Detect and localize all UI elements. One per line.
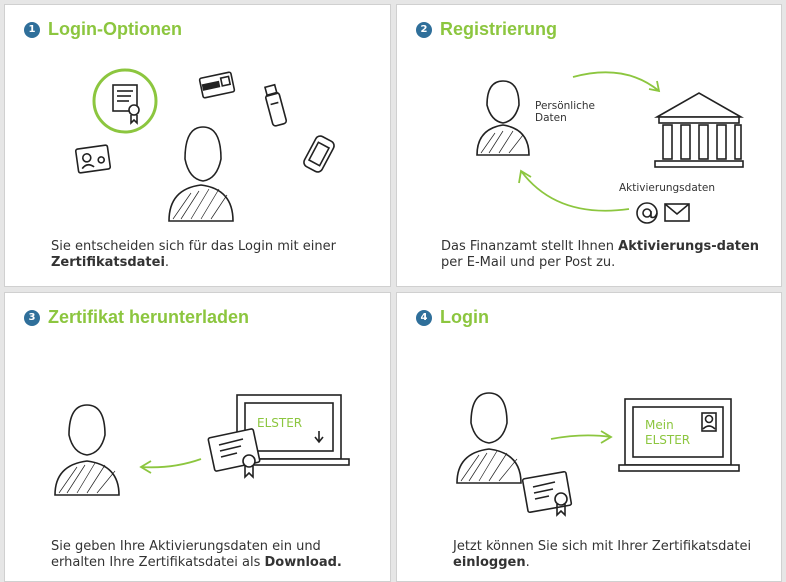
certificate-icon bbox=[92, 68, 158, 134]
screen-label: ELSTER bbox=[645, 433, 690, 447]
step-description: Sie geben Ihre Aktivierungsdaten ein und… bbox=[51, 539, 342, 570]
step-description: Sie entscheiden sich für das Login mit e… bbox=[51, 239, 336, 270]
person-icon bbox=[476, 80, 530, 156]
download-illustration: ELSTER bbox=[54, 394, 350, 496]
login-steps-diagram: 1 Login-Optionen Sie entscheiden sich fü… bbox=[0, 0, 786, 582]
screen-label: Mein bbox=[645, 418, 674, 432]
at-sign-icon bbox=[636, 202, 658, 224]
arrow-icon bbox=[518, 169, 630, 212]
id-card-icon bbox=[74, 144, 112, 174]
person-icon bbox=[456, 392, 522, 484]
step-panel-download-certificate: 3 Zertifikat herunterladen ELSTER Sie ge… bbox=[4, 292, 391, 582]
step-panel-login: 4 Login Mein ELSTER Jetzt können Sie sic… bbox=[396, 292, 782, 582]
step-description: Das Finanzamt stellt Ihnen Aktivierungs-… bbox=[441, 239, 760, 270]
login-options-illustration bbox=[74, 68, 335, 222]
login-illustration: Mein ELSTER bbox=[456, 392, 740, 517]
certificate-icon bbox=[521, 470, 573, 517]
screen-label: ELSTER bbox=[257, 416, 302, 430]
personal-data-label: Persönliche bbox=[535, 100, 595, 112]
phone-icon bbox=[303, 135, 335, 173]
arrow-icon bbox=[139, 458, 202, 474]
step-description: Jetzt können Sie sich mit Ihrer Zertifik… bbox=[453, 539, 752, 570]
bank-building-icon bbox=[653, 92, 745, 168]
step-panel-registration: 2 Registrierung Persönliche Daten Aktivi… bbox=[396, 4, 782, 287]
registration-illustration: Persönliche Daten Aktivierungsdaten bbox=[476, 71, 745, 224]
smartcard-icon bbox=[198, 71, 236, 99]
personal-data-label: Daten bbox=[535, 112, 567, 124]
person-icon bbox=[168, 126, 234, 222]
arrow-icon bbox=[572, 71, 661, 93]
activation-data-label: Aktivierungsdaten bbox=[619, 182, 715, 194]
step-panel-login-options: 1 Login-Optionen Sie entscheiden sich fü… bbox=[4, 4, 391, 287]
arrow-icon bbox=[550, 430, 613, 444]
certificate-icon bbox=[207, 428, 261, 479]
envelope-icon bbox=[664, 203, 690, 222]
person-icon bbox=[54, 404, 120, 496]
usb-stick-icon bbox=[264, 83, 288, 127]
